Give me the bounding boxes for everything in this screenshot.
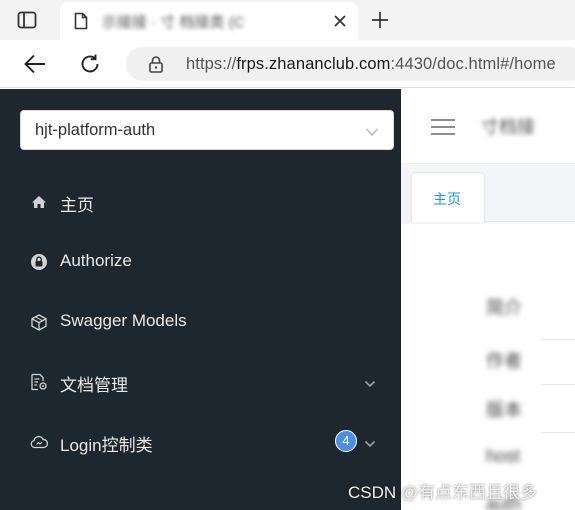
sidebar-item-authorize[interactable]: Authorize — [0, 241, 401, 281]
tab-home[interactable]: 主页 — [411, 172, 485, 222]
sidebar-item-label: Authorize — [60, 251, 132, 270]
page-icon — [74, 12, 88, 35]
watermark: CSDN @有点东西且很多 — [348, 483, 538, 502]
content-row: host — [486, 446, 521, 466]
sidebar: hjt-platform-auth 主页 Authorize Swagger M… — [0, 89, 401, 510]
group-select-value: hjt-platform-auth — [35, 121, 156, 139]
main-header: 寸档接 — [401, 89, 575, 164]
chevron-down-icon — [365, 124, 379, 142]
content-row: 作者 — [486, 351, 522, 371]
home-icon — [30, 193, 48, 211]
new-tab-button[interactable] — [368, 8, 392, 32]
lock-icon[interactable] — [148, 55, 164, 78]
cloud-icon — [30, 433, 48, 451]
header-title: 寸档接 — [481, 117, 535, 137]
chevron-down-icon — [364, 435, 376, 453]
url-rest: :4430/doc.html#/home — [390, 55, 556, 73]
sidebar-item-login-controller[interactable]: Login控制类 4 — [0, 421, 401, 461]
row-divider — [541, 432, 575, 433]
tab-label: 主页 — [433, 191, 461, 207]
address-bar[interactable]: https://frps.zhananclub.com:4430/doc.htm… — [126, 47, 575, 81]
chevron-down-icon — [364, 375, 376, 393]
lock-icon — [30, 253, 48, 271]
row-divider — [541, 339, 575, 340]
sidebar-item-home[interactable]: 主页 — [0, 181, 401, 221]
close-icon[interactable] — [330, 11, 350, 31]
group-select[interactable]: hjt-platform-auth — [20, 110, 394, 150]
sidebar-item-label: Swagger Models — [60, 311, 187, 330]
sidebar-item-label: 主页 — [60, 196, 94, 215]
browser-toolbar: https://frps.zhananclub.com:4430/doc.htm… — [0, 40, 575, 88]
browser-tab-bar: 示接接 · 寸 档接类 (C — [0, 0, 575, 40]
content-row: 版本 — [486, 400, 522, 420]
row-divider — [541, 384, 575, 385]
browser-tab-active[interactable]: 示接接 · 寸 档接类 (C — [60, 2, 358, 40]
tab-title: 示接接 · 寸 档接类 (C — [102, 14, 245, 31]
back-arrow-icon[interactable] — [20, 50, 50, 78]
cube-icon — [30, 313, 48, 331]
sidebar-item-label: 文档管理 — [60, 376, 128, 395]
sidebar-item-doc-management[interactable]: 文档管理 — [0, 361, 401, 401]
page-tabs: 主页 — [401, 164, 575, 224]
menu-collapse-icon[interactable] — [429, 117, 457, 142]
url-text: https://frps.zhananclub.com:4430/doc.htm… — [186, 55, 556, 74]
sidebar-item-label: Login控制类 — [60, 436, 153, 455]
tabs-divider — [485, 221, 575, 222]
url-scheme: https:// — [186, 55, 237, 73]
doc-settings-icon — [30, 373, 48, 391]
main-panel: 寸档接 主页 简介 作者 版本 host auth — [401, 89, 575, 510]
count-badge: 4 — [335, 430, 357, 452]
tab-actions-icon[interactable] — [14, 8, 40, 32]
content-row: 简介 — [486, 298, 522, 318]
sidebar-item-swagger-models[interactable]: Swagger Models — [0, 301, 401, 341]
reload-icon[interactable] — [75, 50, 105, 78]
url-host: frps.zhananclub.com — [236, 55, 391, 73]
